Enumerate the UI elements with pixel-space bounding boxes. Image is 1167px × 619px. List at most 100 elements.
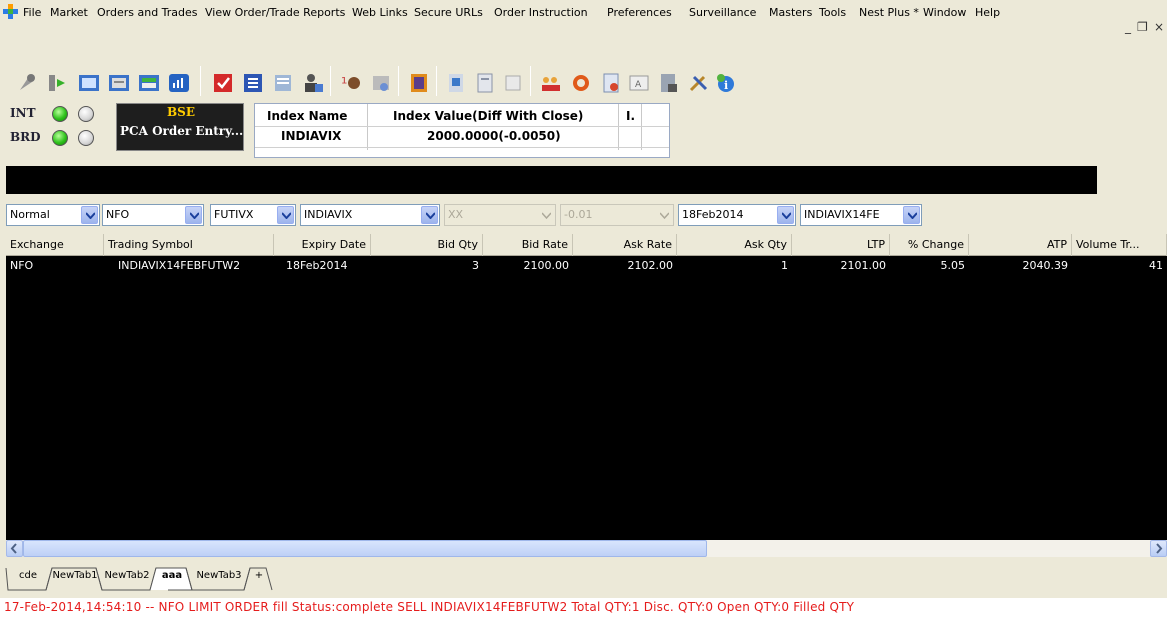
index-name-value: INDIAVIX bbox=[281, 129, 342, 143]
restore-button[interactable]: ❐ bbox=[1137, 20, 1148, 34]
column-ask-qty[interactable]: Ask Qty bbox=[677, 234, 792, 256]
instrument-select[interactable]: FUTIVX bbox=[210, 204, 296, 226]
trade-book-icon[interactable] bbox=[136, 70, 162, 96]
minimize-button[interactable]: _ bbox=[1125, 20, 1131, 34]
status-bar: 17-Feb-2014,14:54:10 -- NFO LIMIT ORDER … bbox=[0, 598, 1167, 619]
filter-row: Normal NFO FUTIVX INDIAVIX XX -0.01 18Fe… bbox=[0, 204, 1167, 228]
column-bid-qty[interactable]: Bid Qty bbox=[371, 234, 483, 256]
mode-select[interactable]: Normal bbox=[6, 204, 100, 226]
edit-icon[interactable]: A bbox=[626, 70, 652, 96]
horizontal-scrollbar[interactable] bbox=[6, 540, 1167, 557]
cell-atp: 2040.39 bbox=[1022, 259, 1069, 272]
chevron-down-icon[interactable] bbox=[81, 206, 98, 224]
menu-preferences[interactable]: Preferences bbox=[605, 5, 674, 21]
chevron-down-icon[interactable] bbox=[777, 206, 794, 224]
cell-volume-traded: 41 bbox=[1149, 259, 1163, 272]
scroll-right-button[interactable] bbox=[1150, 540, 1167, 557]
menu-order-instruction[interactable]: Order Instruction bbox=[492, 5, 590, 21]
contract-select[interactable]: INDIAVIX14FE bbox=[800, 204, 922, 226]
column-trading-symbol[interactable]: Trading Symbol bbox=[104, 234, 274, 256]
app-icon[interactable] bbox=[3, 3, 19, 19]
tab-newtab3[interactable]: NewTab3 bbox=[192, 566, 246, 588]
doc-icon[interactable] bbox=[472, 70, 498, 96]
symbol-select[interactable]: INDIAVIX bbox=[300, 204, 440, 226]
menu-bar: File Market Orders and Trades View Order… bbox=[0, 0, 1167, 34]
info-icon[interactable]: i bbox=[712, 70, 738, 96]
book-icon[interactable] bbox=[444, 70, 470, 96]
scrollbar-thumb[interactable] bbox=[23, 540, 707, 557]
transfer-icon[interactable] bbox=[44, 70, 70, 96]
exchange-box[interactable]: BSE PCA Order Entry... bbox=[116, 103, 244, 151]
order-book-icon[interactable] bbox=[106, 70, 132, 96]
blank-icon[interactable] bbox=[500, 70, 526, 96]
menu-web-links[interactable]: Web Links bbox=[350, 5, 410, 21]
column-ltp[interactable]: LTP bbox=[792, 234, 890, 256]
tab-newtab1[interactable]: NewTab1 bbox=[52, 566, 98, 588]
menu-secure-urls[interactable]: Secure URLs bbox=[412, 5, 485, 21]
grid-header: Exchange Trading Symbol Expiry Date Bid … bbox=[6, 234, 1167, 256]
scroll-left-button[interactable] bbox=[6, 540, 23, 557]
index-name-header: Index Name bbox=[267, 109, 348, 123]
close-button[interactable]: × bbox=[1154, 20, 1164, 34]
cell-percent-change: 5.05 bbox=[940, 259, 966, 272]
brd-grey-light-icon bbox=[78, 130, 94, 146]
tab-aaa[interactable]: aaa bbox=[156, 566, 188, 588]
file-icon[interactable] bbox=[598, 70, 624, 96]
buy-sell-icon[interactable] bbox=[210, 70, 236, 96]
column-expiry-date[interactable]: Expiry Date bbox=[274, 234, 371, 256]
cell-ask-rate: 2102.00 bbox=[627, 259, 674, 272]
menu-help[interactable]: Help bbox=[973, 5, 1002, 21]
chevron-down-icon bbox=[537, 206, 554, 224]
column-atp[interactable]: ATP bbox=[969, 234, 1072, 256]
chart-icon[interactable] bbox=[166, 70, 192, 96]
time-icon[interactable]: ¹ bbox=[338, 70, 364, 96]
column-bid-rate[interactable]: Bid Rate bbox=[483, 234, 573, 256]
chevron-down-icon[interactable] bbox=[903, 206, 920, 224]
menu-file[interactable]: File bbox=[21, 5, 43, 21]
settings-doc-icon[interactable] bbox=[656, 70, 682, 96]
tab-newtab2[interactable]: NewTab2 bbox=[102, 566, 152, 588]
refresh-icon[interactable] bbox=[568, 70, 594, 96]
cell-trading-symbol: INDIAVIX14FEBFUTW2 bbox=[118, 259, 241, 272]
menu-view-reports[interactable]: View Order/Trade Reports bbox=[203, 5, 347, 21]
report-icon[interactable] bbox=[270, 70, 296, 96]
menu-surveillance[interactable]: Surveillance bbox=[687, 5, 758, 21]
expiry-select[interactable]: 18Feb2014 bbox=[678, 204, 796, 226]
menu-orders-and-trades[interactable]: Orders and Trades bbox=[95, 5, 200, 21]
tools-icon[interactable] bbox=[686, 70, 712, 96]
menu-masters[interactable]: Masters bbox=[767, 5, 814, 21]
chevron-down-icon[interactable] bbox=[185, 206, 202, 224]
chevron-right-icon bbox=[1156, 543, 1163, 554]
tab-cde[interactable]: cde bbox=[8, 566, 48, 588]
chevron-down-icon[interactable] bbox=[277, 206, 294, 224]
column-percent-change[interactable]: % Change bbox=[890, 234, 969, 256]
list-icon[interactable] bbox=[240, 70, 266, 96]
ticker-bar bbox=[6, 166, 1097, 194]
menu-nest-plus[interactable]: Nest Plus * bbox=[857, 5, 921, 21]
column-volume-traded[interactable]: Volume Tr... bbox=[1072, 234, 1167, 256]
svg-text:¹: ¹ bbox=[341, 74, 347, 93]
cell-bid-rate: 2100.00 bbox=[523, 259, 570, 272]
user-icon[interactable] bbox=[300, 70, 326, 96]
column-ask-rate[interactable]: Ask Rate bbox=[573, 234, 677, 256]
add-tab-button[interactable]: + bbox=[250, 566, 268, 588]
connection-status-panel: INT BRD BSE PCA Order Entry... bbox=[6, 103, 244, 153]
print-icon[interactable] bbox=[368, 70, 394, 96]
chevron-down-icon[interactable] bbox=[421, 206, 438, 224]
cell-bid-qty: 3 bbox=[472, 259, 479, 272]
notes-icon[interactable] bbox=[406, 70, 432, 96]
users-group-icon[interactable] bbox=[538, 70, 564, 96]
tool-icon[interactable] bbox=[14, 70, 40, 96]
market-watch-grid: Exchange Trading Symbol Expiry Date Bid … bbox=[6, 234, 1167, 540]
exchange-select[interactable]: NFO bbox=[102, 204, 204, 226]
brd-label: BRD bbox=[10, 130, 41, 144]
column-exchange[interactable]: Exchange bbox=[6, 234, 104, 256]
chevron-left-icon bbox=[10, 543, 17, 554]
menu-market[interactable]: Market bbox=[48, 5, 90, 21]
index-panel: Index Name Index Value(Diff With Close) … bbox=[254, 103, 670, 158]
strike-price-select: -0.01 bbox=[560, 204, 674, 226]
market-watch-icon[interactable] bbox=[76, 70, 102, 96]
menu-window[interactable]: Window bbox=[921, 5, 968, 21]
menu-tools[interactable]: Tools bbox=[817, 5, 848, 21]
index-value: 2000.0000(-0.0050) bbox=[427, 129, 561, 143]
